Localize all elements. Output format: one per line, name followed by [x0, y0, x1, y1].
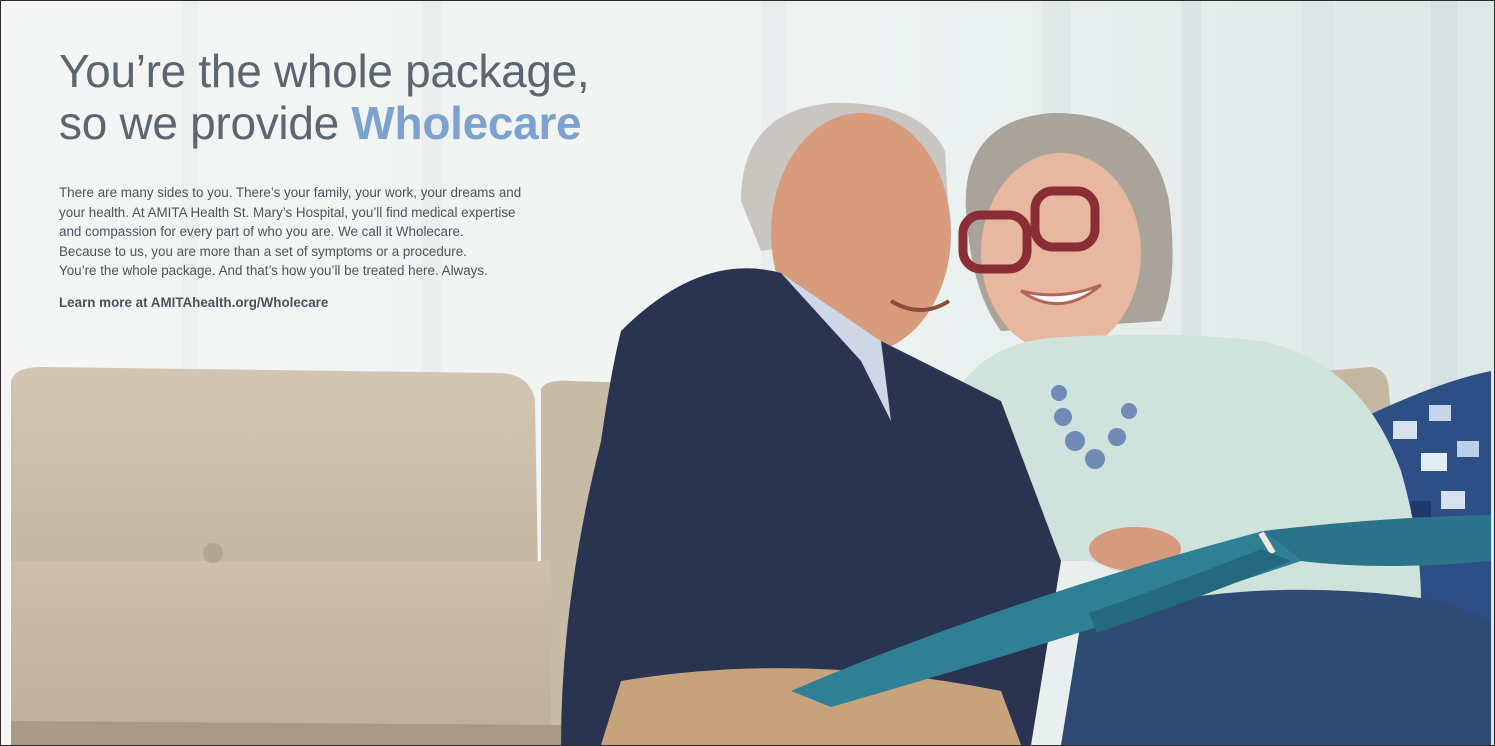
- headline-accent-wholecare: Wholecare: [351, 97, 582, 149]
- body-line: Because to us, you are more than a set o…: [59, 243, 467, 259]
- headline: You’re the whole package, so we provide …: [59, 45, 659, 149]
- body-copy: There are many sides to you. There’s you…: [59, 183, 659, 281]
- body-line: and compassion for every part of who you…: [59, 224, 464, 240]
- headline-line-1: You’re the whole package,: [59, 45, 590, 97]
- body-line: You’re the whole package. And that’s how…: [59, 263, 488, 279]
- ad-copy-block: You’re the whole package, so we provide …: [59, 45, 659, 312]
- headline-line-2-prefix: so we provide: [59, 97, 352, 149]
- learn-more-link[interactable]: Learn more at AMITAhealth.org/Wholecare: [59, 295, 328, 310]
- woman-face: [981, 153, 1141, 353]
- ad-banner: You’re the whole package, so we provide …: [0, 0, 1495, 746]
- sofa-button: [203, 543, 223, 563]
- body-line: your health. At AMITA Health St. Mary’s …: [59, 204, 516, 220]
- body-line: There are many sides to you. There’s you…: [59, 185, 522, 200]
